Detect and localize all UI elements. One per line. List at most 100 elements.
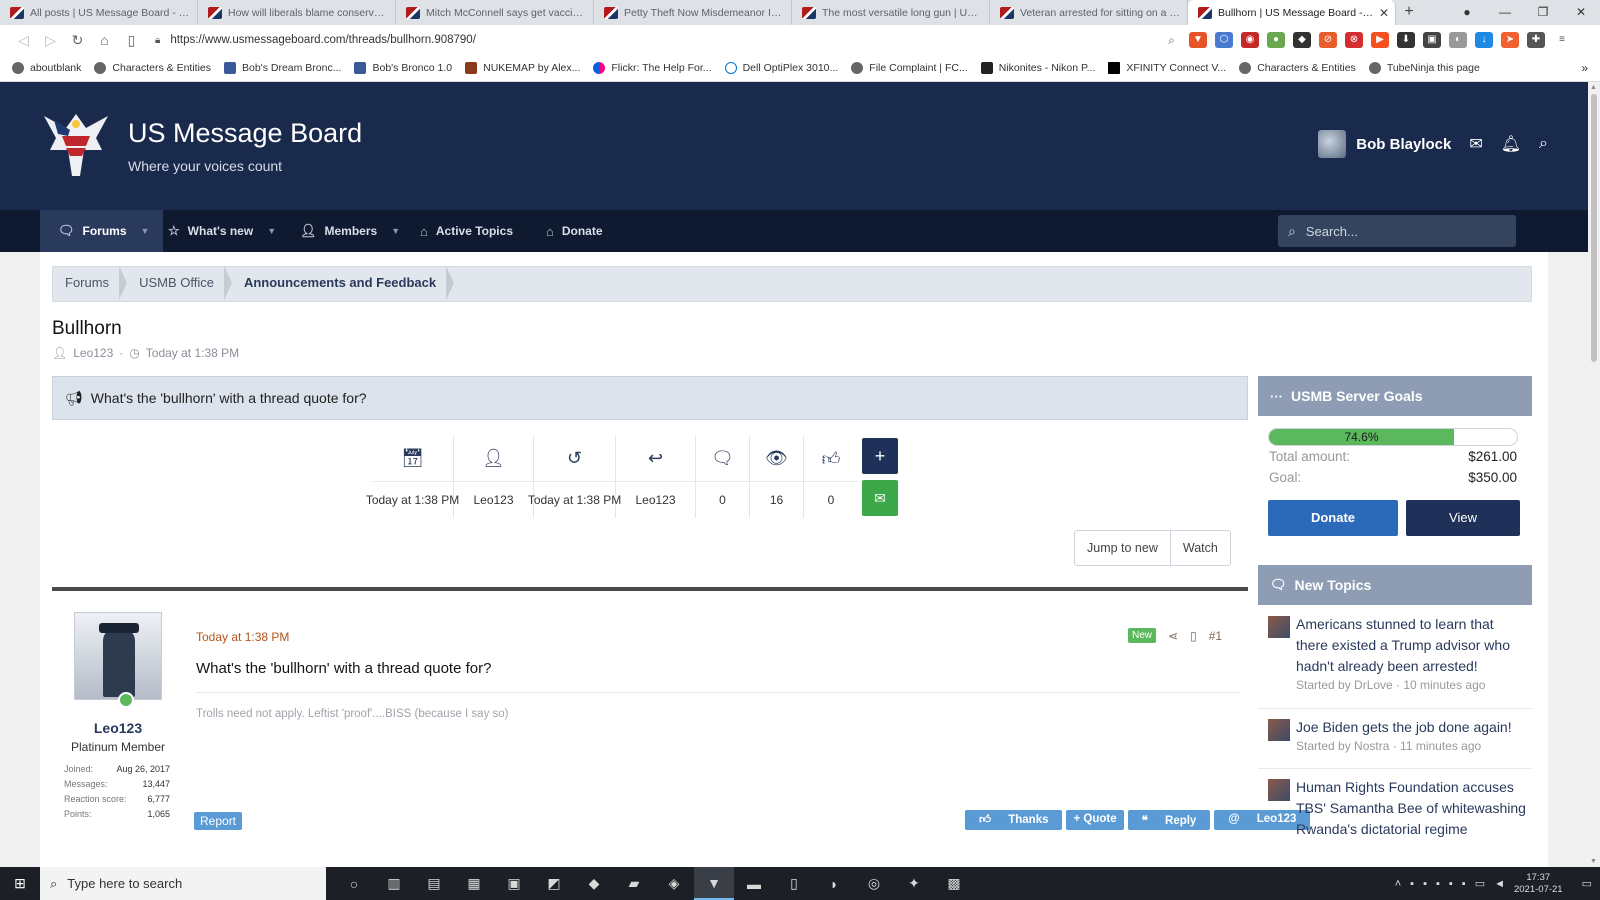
browser-tab[interactable]: Mitch McConnell says get vaccinated (396, 0, 594, 25)
browser-tab[interactable]: The most versatile long gun | US Mes (792, 0, 990, 25)
view-button[interactable]: View (1406, 500, 1520, 536)
avatar[interactable] (74, 612, 162, 700)
bookmark-item[interactable]: TubeNinja this page (1368, 62, 1480, 74)
bookmark-item[interactable]: Nikonites - Nikon P... (980, 62, 1095, 74)
url-field[interactable]: 🔒︎ https://www.usmessageboard.com/thread… (155, 29, 1175, 51)
donate-button[interactable]: Donate (1268, 500, 1398, 536)
menu-icon[interactable]: ≡ (1553, 32, 1571, 48)
app-icon[interactable]: ◆ (574, 867, 614, 900)
avatar[interactable] (1268, 719, 1290, 741)
avatar[interactable] (1268, 616, 1290, 638)
extension-icon[interactable]: ▣ (1423, 32, 1441, 48)
breadcrumb-item[interactable]: Forums (53, 266, 128, 302)
watch-button[interactable]: Watch (1169, 531, 1230, 565)
extension-icon[interactable]: ◆ (1293, 32, 1311, 48)
app-icon[interactable]: ▤ (414, 867, 454, 900)
tray-icon[interactable]: ▪ (1410, 878, 1414, 890)
app-icon[interactable]: ✦ (894, 867, 934, 900)
tray-icon[interactable]: ▪ (1423, 878, 1427, 890)
account-username[interactable]: Bob Blaylock (1356, 136, 1451, 153)
topic-title[interactable]: Human Rights Foundation accuses TBS' Sam… (1296, 777, 1528, 840)
avatar[interactable] (1318, 130, 1347, 158)
zoom-icon[interactable]: ⌕ (1168, 33, 1175, 48)
taskbar-search-input[interactable]: ⌕ Type here to search (40, 867, 326, 900)
extension-icon[interactable]: ◐ (1449, 32, 1467, 48)
jump-to-new-button[interactable]: Jump to new (1075, 531, 1170, 565)
reload-icon[interactable]: ↻ (64, 32, 91, 49)
search-input[interactable]: ⌕ Search... (1278, 215, 1516, 247)
tab-members[interactable]: 👤︎ Members ▼ (300, 210, 400, 252)
topic-title[interactable]: Americans stunned to learn that there ex… (1296, 614, 1528, 677)
browser-tab-active[interactable]: Bullhorn | US Message Board - Pc ✕ (1188, 0, 1396, 25)
minimize-icon[interactable]: — (1486, 0, 1524, 25)
report-button[interactable]: Report (194, 812, 243, 830)
bookmark-icon[interactable]: ▯ (118, 32, 145, 49)
bookmarks-overflow-icon[interactable]: » (1581, 61, 1588, 75)
terminal-icon[interactable]: ▬ (734, 867, 774, 900)
puzzle-icon[interactable]: ✚ (1527, 32, 1545, 48)
tray-icon[interactable]: ▪ (1436, 878, 1440, 890)
extension-icon[interactable]: ↓ (1475, 32, 1493, 48)
home-icon[interactable]: ⌂ (91, 32, 118, 48)
post-date[interactable]: Today at 1:38 PM (196, 630, 289, 644)
brave-shield-icon[interactable]: ▼ (1189, 32, 1207, 48)
bookmark-item[interactable]: Flickr: The Help For... (593, 62, 712, 74)
network-icon[interactable]: ▭ (1475, 877, 1485, 890)
page-scrollbar[interactable]: ▲ ▼ (1588, 82, 1600, 867)
close-window-icon[interactable]: ✕ (1562, 0, 1600, 25)
browser-tab[interactable]: How will liberals blame conservatives (198, 0, 396, 25)
volume-icon[interactable]: ◄ (1494, 878, 1505, 890)
chevron-down-icon[interactable]: ▼ (391, 226, 400, 236)
envelope-icon[interactable]: ✉ (1469, 134, 1482, 154)
bookmark-item[interactable]: File Complaint | FC... (851, 62, 968, 74)
chevron-up-icon[interactable]: ˄ (1395, 878, 1401, 890)
brave-browser-icon[interactable]: ▼ (694, 867, 734, 900)
breadcrumb-item[interactable]: Announcements and Feedback (232, 266, 455, 302)
browser-tab[interactable]: Veteran arrested for sitting on a benc (990, 0, 1188, 25)
post-number[interactable]: #1 (1209, 629, 1222, 643)
extension-icon[interactable]: ⬡ (1215, 32, 1233, 48)
bookmark-item[interactable]: XFINITY Connect V... (1108, 62, 1226, 74)
browser-tab[interactable]: Petty Theft Now Misdemeanor In CA (594, 0, 792, 25)
extension-icon[interactable]: ◉ (1241, 32, 1259, 48)
windows-start-icon[interactable]: ⊞ (0, 875, 40, 892)
tab-search-icon[interactable]: ● (1448, 0, 1486, 25)
scrollbar-thumb[interactable] (1591, 94, 1597, 362)
folder-icon[interactable]: ▰ (614, 867, 654, 900)
bookmark-item[interactable]: Bob's Bronco 1.0 (354, 62, 452, 74)
plus-icon[interactable]: + (862, 438, 898, 474)
cortana-icon[interactable]: ○ (334, 867, 374, 900)
chevron-down-icon[interactable]: ▼ (141, 226, 150, 236)
extension-icon[interactable]: ➤ (1501, 32, 1519, 48)
topic-title[interactable]: Joe Biden gets the job done again! (1296, 717, 1512, 738)
bookmark-item[interactable]: Bob's Dream Bronc... (224, 62, 341, 74)
share-icon[interactable]: ⋖ (1168, 629, 1178, 643)
task-view-icon[interactable]: ▥ (374, 867, 414, 900)
app-icon[interactable]: ▣ (494, 867, 534, 900)
bookmark-item[interactable]: aboutblank (12, 62, 81, 74)
extension-icon[interactable]: ⊘ (1319, 32, 1337, 48)
taskbar-clock[interactable]: 17:37 2021-07-21 (1514, 872, 1563, 896)
bookmark-item[interactable]: NUKEMAP by Alex... (465, 62, 580, 74)
thread-author[interactable]: Leo123 (73, 346, 113, 360)
scroll-up-icon[interactable]: ▲ (1590, 84, 1597, 91)
extension-icon[interactable]: ● (1267, 32, 1285, 48)
download-icon[interactable]: ⬇ (1397, 32, 1415, 48)
close-tab-icon[interactable]: ✕ (1379, 6, 1389, 20)
reply-button[interactable]: ❝ Reply (1127, 810, 1211, 830)
store-icon[interactable]: ▦ (454, 867, 494, 900)
usmb-eagle-logo-icon[interactable] (40, 106, 112, 182)
tab-whats-new[interactable]: ☆ What's new ▼ (168, 210, 276, 252)
forward-icon[interactable]: ▷ (37, 32, 64, 49)
tray-icon[interactable]: ▪ (1449, 878, 1453, 890)
app-icon[interactable]: ◩ (534, 867, 574, 900)
post-username[interactable]: Leo123 (62, 720, 174, 736)
app-icon[interactable]: ◗ (814, 867, 854, 900)
tab-forums[interactable]: 🗨︎ Forums ▼ (40, 210, 164, 252)
restore-icon[interactable]: ❐ (1524, 0, 1562, 25)
new-tab-icon[interactable]: + (1396, 0, 1422, 25)
search-icon[interactable]: ⌕ (1539, 135, 1548, 153)
extension-icon[interactable]: ⊗ (1345, 32, 1363, 48)
app-icon[interactable]: ◎ (854, 867, 894, 900)
app-icon[interactable]: ◈ (654, 867, 694, 900)
